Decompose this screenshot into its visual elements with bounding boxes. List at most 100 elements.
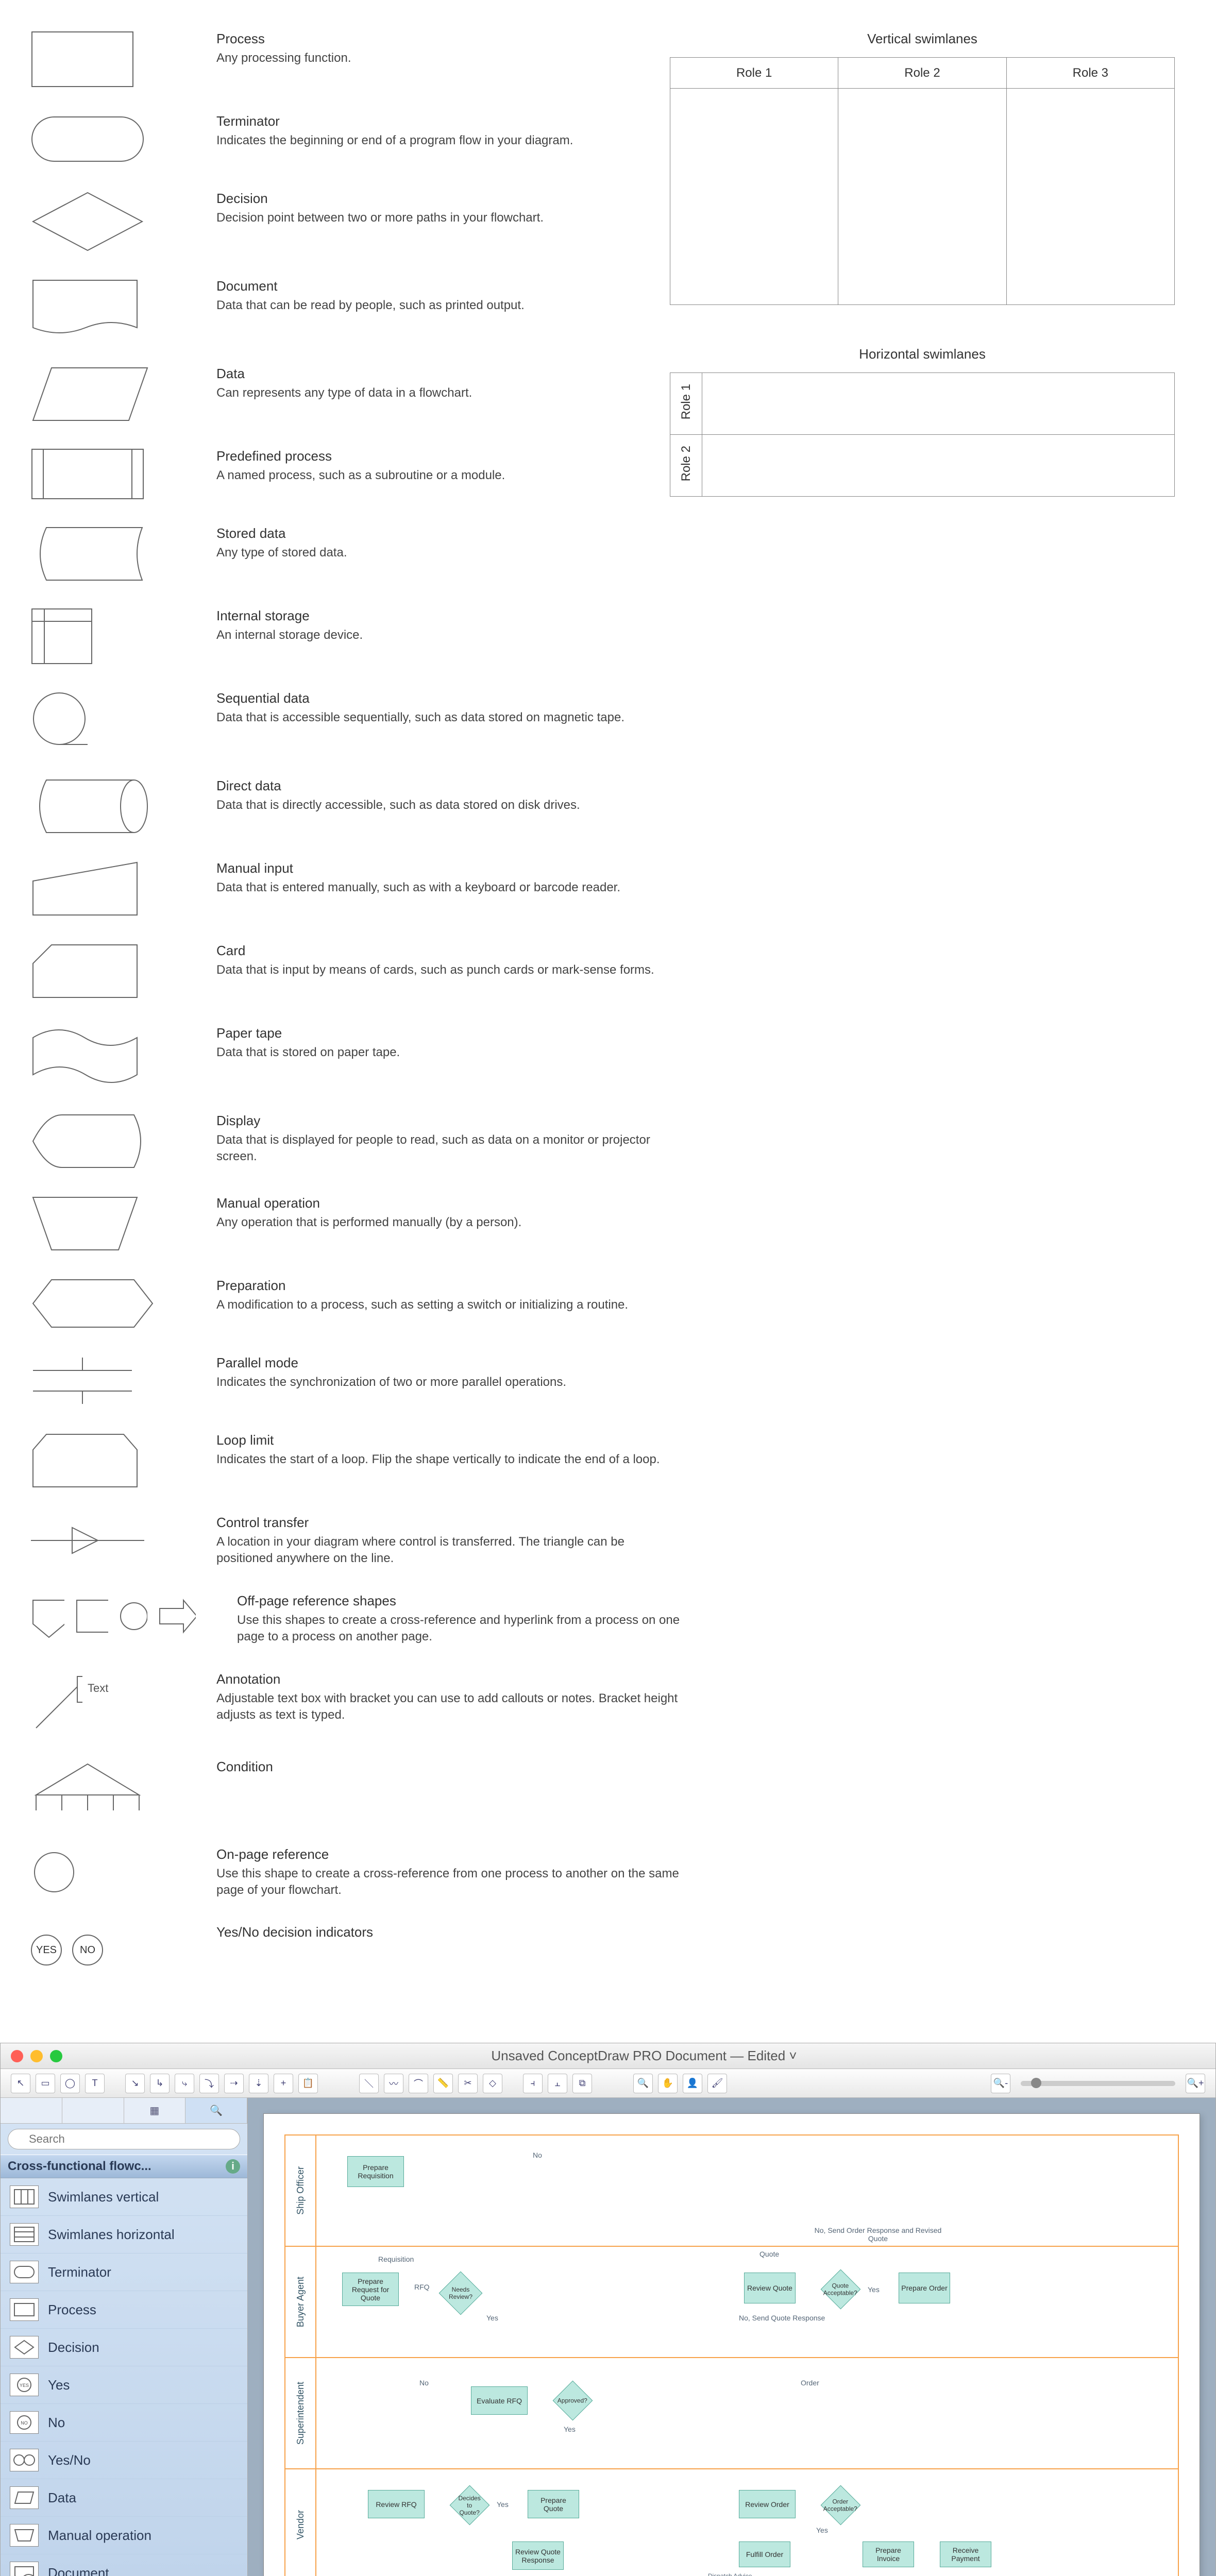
text-tool[interactable]: T bbox=[85, 2074, 105, 2093]
lib-item-data[interactable]: Data bbox=[1, 2479, 247, 2517]
info-icon[interactable]: i bbox=[226, 2159, 240, 2174]
offpage-arrow-icon bbox=[158, 1598, 196, 1639]
node-order-accept[interactable]: Order Acceptable? bbox=[821, 2485, 861, 2526]
node-review-rfq[interactable]: Review RFQ bbox=[368, 2490, 425, 2518]
shape-title: Direct data bbox=[216, 778, 680, 794]
curve-tool[interactable]: 〰 bbox=[384, 2074, 403, 2093]
clipboard-tool[interactable]: 📋 bbox=[298, 2074, 318, 2093]
cursor-tool[interactable]: ↖ bbox=[11, 2074, 30, 2093]
crop-tool[interactable]: ✂ bbox=[458, 2074, 478, 2093]
app-window: Unsaved ConceptDraw PRO Document — Edite… bbox=[0, 2043, 1216, 2576]
lib-item-yes[interactable]: YES Yes bbox=[1, 2366, 247, 2404]
search-box[interactable] bbox=[8, 2129, 240, 2149]
no-small-icon: NO bbox=[10, 2411, 39, 2434]
node-review-quote[interactable]: Review Quote bbox=[744, 2273, 796, 2303]
tab-2[interactable] bbox=[62, 2098, 124, 2123]
insert-tool[interactable]: + bbox=[274, 2074, 293, 2093]
lib-item-process[interactable]: Process bbox=[1, 2291, 247, 2329]
svg-text:Text: Text bbox=[88, 1682, 108, 1694]
distribute-tool[interactable]: ⫠ bbox=[548, 2074, 567, 2093]
connector-tool-3[interactable]: ⤷ bbox=[175, 2074, 194, 2093]
shape-tape: Paper tapeData that is stored on paper t… bbox=[31, 1025, 1185, 1087]
shape-desc: Decision point between two or more paths… bbox=[216, 210, 680, 226]
connector-tool-4[interactable]: ⤵ bbox=[199, 2074, 219, 2093]
role-header: Role 2 bbox=[679, 446, 694, 481]
canvas[interactable]: Ship Officer Buyer Agent Superintendent … bbox=[263, 2113, 1200, 2576]
node-prep-quote[interactable]: Prepare Quote bbox=[528, 2490, 579, 2518]
connector-tool-2[interactable]: ↳ bbox=[150, 2074, 170, 2093]
connector-tool-5[interactable]: ⇢ bbox=[224, 2074, 244, 2093]
shape-title: Document bbox=[216, 278, 680, 294]
node-needs-review[interactable]: Needs Review? bbox=[439, 2272, 483, 2315]
node-eval-rfq[interactable]: Evaluate RFQ bbox=[471, 2386, 528, 2415]
tab-1[interactable] bbox=[1, 2098, 62, 2123]
tab-search[interactable]: 🔍 bbox=[185, 2098, 247, 2123]
card-icon bbox=[31, 943, 139, 999]
node-review-order[interactable]: Review Order bbox=[739, 2490, 796, 2518]
lane-label: Superintendent bbox=[295, 2382, 306, 2445]
lib-label: Terminator bbox=[48, 2264, 111, 2280]
measure-tool[interactable]: 📏 bbox=[433, 2074, 453, 2093]
node-tool[interactable]: ◇ bbox=[483, 2074, 502, 2093]
window-controls[interactable] bbox=[11, 2050, 62, 2062]
hand-tool[interactable]: ✋ bbox=[658, 2074, 678, 2093]
connector-tool[interactable]: ↘ bbox=[125, 2074, 145, 2093]
line-tool[interactable]: ＼ bbox=[359, 2074, 379, 2093]
swimlanes-vertical-icon bbox=[10, 2185, 39, 2208]
shape-title: Yes/No decision indicators bbox=[216, 1924, 680, 1940]
node-review-quote-resp[interactable]: Review Quote Response bbox=[512, 2541, 564, 2570]
node-prep-order[interactable]: Prepare Order bbox=[899, 2273, 950, 2303]
lib-item-decision[interactable]: Decision bbox=[1, 2329, 247, 2366]
lib-item-swimlanes-h[interactable]: Swimlanes horizontal bbox=[1, 2216, 247, 2253]
align-tool[interactable]: ⫞ bbox=[523, 2074, 543, 2093]
library-header[interactable]: Cross-functional flowc... i bbox=[1, 2155, 247, 2178]
lane-label: Buyer Agent bbox=[295, 2277, 306, 2327]
node-prep-req[interactable]: Prepare Requisition bbox=[347, 2156, 404, 2187]
user-tool[interactable]: 👤 bbox=[683, 2074, 702, 2093]
yesno-small-icon bbox=[10, 2449, 39, 2471]
zoom-out-button[interactable]: 🔍- bbox=[991, 2074, 1010, 2093]
brush-tool[interactable]: 🖌 bbox=[707, 2074, 727, 2093]
shape-display: DisplayData that is displayed for people… bbox=[31, 1113, 1185, 1170]
zoom-slider[interactable] bbox=[1021, 2081, 1175, 2086]
library-name: Cross-functional flowc... bbox=[8, 2159, 151, 2174]
shape-desc: A modification to a process, such as set… bbox=[216, 1297, 680, 1313]
lib-item-swimlanes-v[interactable]: Swimlanes vertical bbox=[1, 2178, 247, 2216]
transfer-icon bbox=[31, 1522, 144, 1558]
lib-item-terminator[interactable]: Terminator bbox=[1, 2253, 247, 2291]
arc-tool[interactable]: ⌒ bbox=[409, 2074, 428, 2093]
lib-item-yesno[interactable]: Yes/No bbox=[1, 2442, 247, 2479]
zoom-in-button[interactable]: 🔍+ bbox=[1186, 2074, 1205, 2093]
node-quote-accept[interactable]: Quote Acceptable? bbox=[821, 2269, 861, 2310]
group-tool[interactable]: ⧉ bbox=[572, 2074, 592, 2093]
node-approved[interactable]: Approved? bbox=[553, 2381, 593, 2421]
node-decides-quote[interactable]: Decides to Quote? bbox=[450, 2485, 490, 2526]
search-tool[interactable]: 🔍 bbox=[633, 2074, 653, 2093]
tab-grid[interactable]: ▦ bbox=[124, 2098, 186, 2123]
shape-yesno: YES NO Yes/No decision indicators bbox=[31, 1924, 1185, 1976]
terminator-small-icon bbox=[10, 2261, 39, 2283]
node-prep-rfq[interactable]: Prepare Request for Quote bbox=[342, 2273, 399, 2306]
search-input[interactable] bbox=[8, 2129, 240, 2149]
connector-tool-6[interactable]: ⇣ bbox=[249, 2074, 268, 2093]
lib-item-no[interactable]: NONo bbox=[1, 2404, 247, 2442]
shape-desc: Data that is directly accessible, such a… bbox=[216, 797, 680, 814]
edge-label: Quote bbox=[759, 2250, 779, 2258]
lib-label: Data bbox=[48, 2490, 76, 2506]
close-icon[interactable] bbox=[11, 2050, 23, 2062]
node-recv-payment[interactable]: Receive Payment bbox=[940, 2541, 991, 2567]
svg-text:YES: YES bbox=[20, 2383, 29, 2388]
ellipse-tool[interactable]: ◯ bbox=[60, 2074, 80, 2093]
lib-item-document[interactable]: Document bbox=[1, 2554, 247, 2576]
node-prep-invoice[interactable]: Prepare Invoice bbox=[863, 2541, 914, 2567]
horizontal-swimlanes-title: Horizontal swimlanes bbox=[670, 346, 1175, 362]
minimize-icon[interactable] bbox=[30, 2050, 43, 2062]
zoom-icon[interactable] bbox=[50, 2050, 62, 2062]
edge-label: No bbox=[533, 2151, 542, 2159]
node-fulfill[interactable]: Fulfill Order bbox=[739, 2541, 790, 2567]
lib-item-manual-op[interactable]: Manual operation bbox=[1, 2517, 247, 2554]
lib-label: Yes bbox=[48, 2377, 70, 2393]
shape-desc: Any processing function. bbox=[216, 50, 680, 66]
lib-label: Yes/No bbox=[48, 2452, 91, 2468]
rect-tool[interactable]: ▭ bbox=[36, 2074, 55, 2093]
